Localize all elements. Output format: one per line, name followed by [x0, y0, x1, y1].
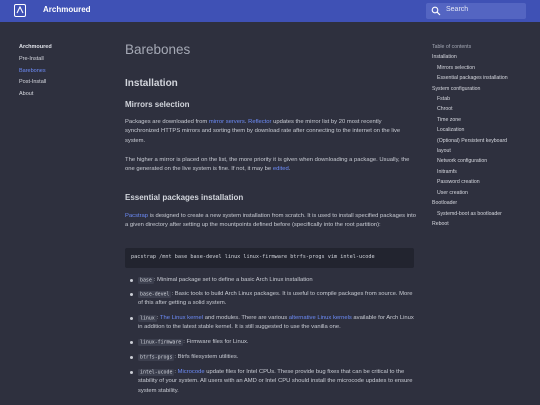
- search-icon: [431, 6, 441, 16]
- top-header-bar: Archmoured Search: [0, 0, 540, 22]
- list-item-intel-ucode: intel-ucode: Microcode update files for …: [130, 368, 416, 396]
- text-fragment: is designed to create a new system insta…: [125, 213, 417, 229]
- mirror-servers-link[interactable]: mirror servers: [209, 119, 245, 125]
- package-description: : Btrfs filesystem utilities.: [174, 354, 239, 360]
- package-code: intel-ucode: [138, 368, 175, 376]
- pacstrap-link[interactable]: Pacstrap: [125, 213, 148, 219]
- archmoured-logo-icon[interactable]: [14, 4, 26, 17]
- nav-item-archmoured[interactable]: Archmoured: [19, 42, 89, 54]
- search-input[interactable]: Search: [426, 3, 526, 19]
- essential-packages-paragraph: Pacstrap is designed to create a new sys…: [125, 212, 417, 231]
- pacstrap-command: pacstrap /mnt base base-devel linux linu…: [131, 254, 375, 260]
- list-item-base: base: Minimal package set to define a ba…: [130, 276, 416, 285]
- text-fragment: Packages are downloaded from: [125, 119, 209, 125]
- toc-item-reboot[interactable]: Reboot: [432, 219, 540, 229]
- package-description: : Minimal package set to define a basic …: [153, 277, 313, 283]
- package-code: base: [138, 276, 154, 284]
- text-fragment: .: [288, 166, 291, 173]
- mirrors-paragraph-2: The higher a mirror is placed on the lis…: [125, 156, 417, 175]
- text-fragment: and modules. There are various: [203, 315, 289, 321]
- list-item-base-devel: base-devel: Basic tools to build Arch Li…: [130, 290, 416, 309]
- nav-item-barebones[interactable]: Barebones: [19, 66, 89, 78]
- table-of-contents: Table of contents Installation Mirrors s…: [432, 42, 540, 229]
- package-code: base-devel: [138, 290, 172, 298]
- toc-item-essential-packages[interactable]: Essential packages installation: [432, 73, 540, 83]
- toc-item-keyboard-layout-cont[interactable]: layout: [432, 146, 540, 156]
- package-code: linux-firmware: [138, 338, 184, 346]
- alternative-kernels-link[interactable]: alternative Linux kernels: [289, 315, 352, 321]
- pacstrap-code-block[interactable]: pacstrap /mnt base base-devel linux linu…: [125, 248, 414, 268]
- page-title: Barebones: [125, 42, 191, 57]
- list-item-linux-firmware: linux-firmware: Firmware files for Linux…: [130, 338, 416, 347]
- microcode-link[interactable]: Microcode: [178, 369, 205, 375]
- toc-item-localization[interactable]: Localization: [432, 125, 540, 135]
- toc-item-chroot[interactable]: Chroot: [432, 104, 540, 114]
- toc-item-fstab[interactable]: Fstab: [432, 94, 540, 104]
- toc-item-password-creation[interactable]: Password creation: [432, 177, 540, 187]
- nav-item-post-install[interactable]: Post-Install: [19, 77, 89, 89]
- toc-item-network-configuration[interactable]: Network configuration: [432, 156, 540, 166]
- list-item-btrfs-progs: btrfs-progs: Btrfs filesystem utilities.: [130, 353, 416, 362]
- nav-item-about[interactable]: About: [19, 89, 89, 101]
- nav-item-pre-install[interactable]: Pre-Install: [19, 54, 89, 66]
- toc-item-keyboard-layout[interactable]: (Optional) Persistent keyboard: [432, 136, 540, 146]
- essential-packages-heading: Essential packages installation: [125, 193, 244, 202]
- list-item-linux: linux: The Linux kernel and modules. The…: [130, 314, 416, 333]
- toc-item-systemd-boot[interactable]: Systemd-boot as bootloader: [432, 209, 540, 219]
- toc-item-installation[interactable]: Installation: [432, 52, 540, 62]
- text-fragment: The higher a mirror is placed on the lis…: [125, 157, 410, 173]
- site-title[interactable]: Archmoured: [43, 5, 91, 14]
- installation-heading: Installation: [125, 78, 178, 89]
- left-navigation: Archmoured Pre-Install Barebones Post-In…: [19, 42, 89, 101]
- toc-title: Table of contents: [432, 44, 472, 50]
- toc-item-initramfs[interactable]: Initramfs: [432, 167, 540, 177]
- toc-item-system-configuration[interactable]: System configuration: [432, 84, 540, 94]
- toc-item-time-zone[interactable]: Time zone: [432, 115, 540, 125]
- search-placeholder: Search: [446, 6, 469, 13]
- package-description: : Firmware files for Linux.: [183, 339, 249, 345]
- reflector-link[interactable]: Reflector: [248, 119, 271, 125]
- linux-kernel-link[interactable]: The Linux kernel: [160, 315, 203, 321]
- toc-item-mirrors-selection[interactable]: Mirrors selection: [432, 63, 540, 73]
- mirrors-selection-heading: Mirrors selection: [125, 100, 190, 109]
- toc-item-user-creation[interactable]: User creation: [432, 188, 540, 198]
- package-code: btrfs-progs: [138, 353, 175, 361]
- toc-item-bootloader[interactable]: Bootloader: [432, 198, 540, 208]
- package-code: linux: [138, 314, 157, 322]
- edited-link[interactable]: edited: [273, 166, 289, 172]
- mirrors-paragraph-1: Packages are downloaded from mirror serv…: [125, 118, 417, 146]
- package-description: : Basic tools to build Arch Linux packag…: [138, 291, 413, 307]
